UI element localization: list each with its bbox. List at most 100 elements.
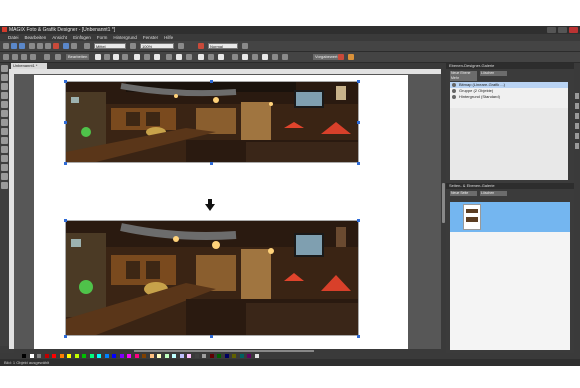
saturation-icon[interactable]: [144, 54, 150, 60]
quality-select[interactable]: Normal: [208, 43, 238, 49]
arrow-tool-icon[interactable]: [3, 54, 9, 60]
bar-photo-top[interactable]: [65, 81, 359, 163]
preset-button[interactable]: Vorgabewert: [313, 54, 340, 60]
selection-handle[interactable]: [64, 162, 67, 165]
wand-icon[interactable]: [55, 54, 61, 60]
color-swatch[interactable]: [52, 354, 56, 358]
side-tab[interactable]: [575, 113, 579, 119]
layer-item[interactable]: Hintergrund (Standard): [450, 94, 568, 100]
color-picker-icon[interactable]: [198, 43, 204, 49]
delete-icon[interactable]: [53, 43, 59, 49]
brightness-icon[interactable]: [95, 54, 101, 60]
color-swatch[interactable]: [74, 354, 79, 358]
color-swatch[interactable]: [89, 354, 94, 358]
feather-icon[interactable]: [252, 54, 258, 60]
color-swatch[interactable]: [67, 354, 71, 358]
color-swatch[interactable]: [59, 354, 64, 358]
selection-handle[interactable]: [357, 121, 360, 124]
color-swatch[interactable]: [187, 354, 191, 358]
zoom-tool-icon[interactable]: [178, 43, 184, 49]
rectangle-tool-icon[interactable]: [1, 119, 8, 126]
color-swatch[interactable]: [209, 354, 214, 358]
copy-icon[interactable]: [37, 43, 43, 49]
perspective-icon[interactable]: [186, 54, 192, 60]
selection-handle[interactable]: [357, 80, 360, 83]
color-swatch[interactable]: [202, 354, 206, 358]
color-swatch[interactable]: [179, 354, 184, 358]
minimize-button[interactable]: [547, 27, 556, 33]
rotate-icon[interactable]: [12, 54, 18, 60]
color-swatch[interactable]: [134, 354, 139, 358]
selection-handle[interactable]: [210, 80, 213, 83]
transparency-tool-icon[interactable]: [1, 146, 8, 153]
canvas-area[interactable]: [14, 74, 441, 349]
reset-icon[interactable]: [338, 54, 344, 60]
selection-handle[interactable]: [357, 335, 360, 338]
color-swatch[interactable]: [37, 354, 41, 358]
open-icon[interactable]: [11, 43, 17, 49]
flip-icon[interactable]: [21, 54, 27, 60]
delete-page-button[interactable]: Löschen: [480, 191, 507, 196]
selection-handle[interactable]: [210, 335, 213, 338]
color-swatch[interactable]: [232, 354, 236, 358]
mask-icon[interactable]: [208, 54, 214, 60]
blur-icon[interactable]: [122, 54, 128, 60]
menu-window[interactable]: Fenster: [143, 34, 158, 41]
scroll-thumb[interactable]: [442, 183, 445, 223]
help-icon[interactable]: [242, 43, 248, 49]
selection-handle[interactable]: [64, 121, 67, 124]
side-tab[interactable]: [575, 103, 579, 109]
menu-insert[interactable]: Einfügen: [73, 34, 91, 41]
text-tool-icon[interactable]: [1, 92, 8, 99]
side-tab[interactable]: [575, 143, 579, 149]
selection-handle[interactable]: [210, 162, 213, 165]
maximize-button[interactable]: [558, 27, 567, 33]
filter-icon[interactable]: [232, 54, 238, 60]
scroll-thumb[interactable]: [134, 350, 314, 352]
side-tab[interactable]: [575, 133, 579, 139]
menu-shape[interactable]: Form: [97, 34, 108, 41]
save-icon[interactable]: [19, 43, 25, 49]
eyedropper-tool-icon[interactable]: [1, 173, 8, 180]
color-swatch[interactable]: [119, 354, 124, 358]
effect-icon[interactable]: [218, 54, 224, 60]
fill-tool-icon[interactable]: [1, 101, 8, 108]
color-swatch[interactable]: [97, 354, 101, 358]
ellipse-tool-icon[interactable]: [1, 128, 8, 135]
pen-tool-icon[interactable]: [1, 74, 8, 81]
document-page[interactable]: [34, 75, 408, 349]
menu-edit[interactable]: Bearbeiten: [25, 34, 47, 41]
crop-icon[interactable]: [166, 54, 172, 60]
menu-view[interactable]: Ansicht: [52, 34, 67, 41]
redo-icon[interactable]: [71, 43, 77, 49]
cut-icon[interactable]: [29, 43, 35, 49]
color-swatch[interactable]: [172, 354, 176, 358]
new-page-button[interactable]: Neue Seite: [450, 191, 477, 196]
zoom-icon[interactable]: [130, 43, 136, 49]
star-tool-icon[interactable]: [1, 137, 8, 144]
page-thumbnail[interactable]: [463, 204, 481, 230]
side-tab[interactable]: [575, 123, 579, 129]
selection-handle[interactable]: [64, 219, 67, 222]
delete-layer-button[interactable]: Löschen: [480, 71, 507, 76]
clone-icon[interactable]: [262, 54, 268, 60]
color-swatch[interactable]: [44, 354, 49, 358]
resize-icon[interactable]: [198, 54, 204, 60]
menu-background[interactable]: Hintergrund: [113, 34, 137, 41]
paste-icon[interactable]: [45, 43, 51, 49]
menu-help[interactable]: Hilfe: [164, 34, 173, 41]
straighten-icon[interactable]: [176, 54, 182, 60]
edit-button[interactable]: Bearbeiten: [66, 54, 90, 60]
brush-icon[interactable]: [44, 54, 50, 60]
transparency-icon[interactable]: [84, 43, 90, 49]
photo-tool-icon[interactable]: [1, 164, 8, 171]
apply-icon[interactable]: [348, 54, 354, 60]
color-swatch[interactable]: [142, 354, 146, 358]
color-swatch[interactable]: [239, 354, 244, 358]
shadow-tool-icon[interactable]: [1, 155, 8, 162]
eraser-tool-icon[interactable]: [1, 110, 8, 117]
selector-tool-icon[interactable]: [1, 65, 8, 72]
more-layer-button[interactable]: Mehr: [450, 76, 477, 81]
bar-photo-bottom[interactable]: [65, 220, 359, 336]
selection-handle[interactable]: [64, 80, 67, 83]
